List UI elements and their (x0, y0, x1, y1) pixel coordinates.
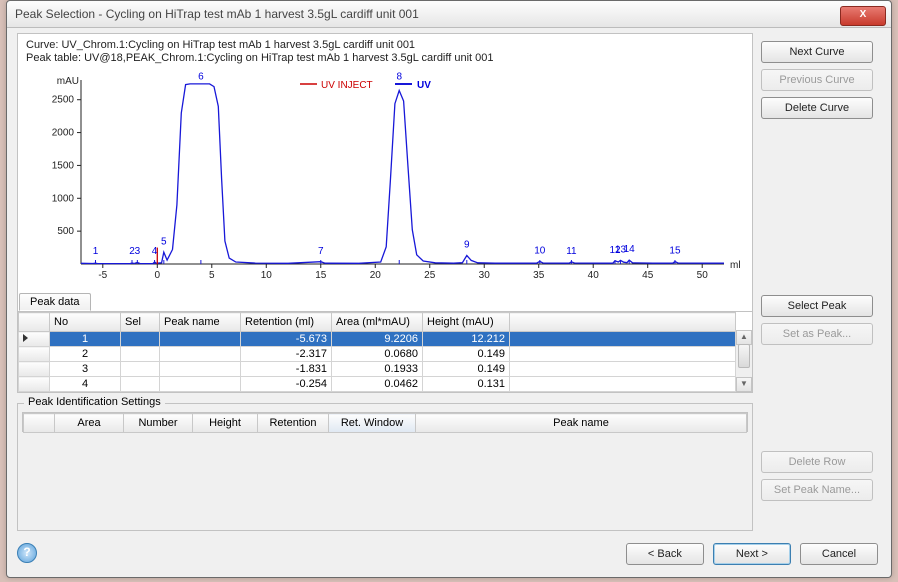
svg-text:ml: ml (730, 260, 741, 271)
table-row[interactable]: 1-5.6739.220612.212 (19, 332, 736, 347)
svg-text:5: 5 (161, 236, 167, 247)
ident-legend: Peak Identification Settings (24, 396, 165, 408)
ident-col-area[interactable]: Area (55, 414, 124, 433)
wizard-bottom-bar: ? < Back Next > Cancel (17, 537, 881, 567)
ident-table[interactable]: Area Number Height Retention Ret. Window… (22, 412, 748, 432)
ident-col-retention[interactable]: Retention (258, 414, 329, 433)
curve-info-line: Curve: UV_Chrom.1:Cycling on HiTrap test… (26, 39, 744, 52)
svg-text:1500: 1500 (52, 160, 75, 171)
svg-text:UV INJECT: UV INJECT (321, 80, 373, 91)
chromatogram-chart[interactable]: -505101520253035404550500100015002000250… (26, 72, 744, 290)
table-row[interactable]: 4-0.2540.04620.131 (19, 377, 736, 392)
svg-text:1000: 1000 (52, 193, 75, 204)
svg-text:14: 14 (624, 244, 636, 255)
col-peak-name[interactable]: Peak name (160, 313, 241, 332)
svg-text:5: 5 (209, 270, 215, 281)
svg-text:mAU: mAU (57, 76, 79, 87)
svg-text:0: 0 (155, 270, 161, 281)
svg-text:UV: UV (417, 80, 431, 91)
svg-text:7: 7 (318, 246, 324, 257)
col-height[interactable]: Height (mAU) (423, 313, 510, 332)
svg-text:2000: 2000 (52, 128, 75, 139)
peak-identification-settings: Peak Identification Settings Area Number… (17, 403, 753, 531)
col-no[interactable]: No (50, 313, 121, 332)
col-area[interactable]: Area (ml*mAU) (332, 313, 423, 332)
svg-text:40: 40 (588, 270, 600, 281)
svg-text:15: 15 (669, 246, 681, 257)
col-retention[interactable]: Retention (ml) (241, 313, 332, 332)
title-bar: Peak Selection - Cycling on HiTrap test … (7, 1, 891, 28)
svg-text:45: 45 (642, 270, 654, 281)
svg-text:10: 10 (261, 270, 273, 281)
ident-buttons-group: Delete Row Set Peak Name... (761, 451, 875, 507)
tab-peak-data[interactable]: Peak data (19, 293, 91, 311)
table-vertical-scrollbar[interactable]: ▲ ▼ (735, 330, 752, 392)
svg-text:15: 15 (315, 270, 327, 281)
window-title: Peak Selection - Cycling on HiTrap test … (15, 7, 840, 21)
ident-col-ret-window[interactable]: Ret. Window (329, 414, 416, 433)
set-as-peak-button: Set as Peak... (761, 323, 873, 345)
previous-curve-button: Previous Curve (761, 69, 873, 91)
next-button[interactable]: Next > (713, 543, 791, 565)
col-sel[interactable]: Sel (121, 313, 160, 332)
svg-text:25: 25 (424, 270, 436, 281)
svg-text:1: 1 (93, 246, 99, 257)
back-button[interactable]: < Back (626, 543, 704, 565)
cancel-button[interactable]: Cancel (800, 543, 878, 565)
help-icon[interactable]: ? (17, 543, 37, 563)
delete-row-button: Delete Row (761, 451, 873, 473)
svg-text:9: 9 (464, 240, 470, 251)
select-peak-button[interactable]: Select Peak (761, 295, 873, 317)
ident-col-peak-name[interactable]: Peak name (416, 414, 747, 433)
svg-text:2500: 2500 (52, 95, 75, 106)
scroll-thumb[interactable] (738, 344, 750, 368)
set-peak-name-button: Set Peak Name... (761, 479, 873, 501)
peak-buttons-group: Select Peak Set as Peak... (761, 295, 875, 351)
table-row[interactable]: 2-2.3170.06800.149 (19, 347, 736, 362)
next-curve-button[interactable]: Next Curve (761, 41, 873, 63)
svg-text:6: 6 (198, 72, 204, 82)
scroll-down-icon[interactable]: ▼ (736, 377, 752, 392)
svg-text:11: 11 (566, 246, 577, 257)
peak-table-info-line: Peak table: UV@18,PEAK_Chrom.1:Cycling o… (26, 52, 744, 65)
ident-col-number[interactable]: Number (124, 414, 193, 433)
svg-text:20: 20 (370, 270, 382, 281)
svg-text:50: 50 (697, 270, 709, 281)
table-row[interactable]: 3-1.8310.19330.149 (19, 362, 736, 377)
svg-text:35: 35 (533, 270, 545, 281)
close-button[interactable]: X (840, 6, 886, 26)
svg-text:500: 500 (57, 226, 74, 237)
delete-curve-button[interactable]: Delete Curve (761, 97, 873, 119)
svg-text:4: 4 (152, 246, 158, 257)
peak-data-tabstrip: Peak data (17, 291, 751, 311)
ident-col-height[interactable]: Height (193, 414, 258, 433)
svg-text:8: 8 (396, 72, 402, 82)
svg-text:30: 30 (479, 270, 491, 281)
peak-data-table[interactable]: No Sel Peak name Retention (ml) Area (ml… (17, 311, 753, 393)
svg-text:10: 10 (534, 245, 546, 256)
svg-text:3: 3 (135, 246, 141, 257)
svg-text:-5: -5 (98, 270, 107, 281)
curve-buttons-group: Next Curve Previous Curve Delete Curve (761, 41, 875, 125)
scroll-up-icon[interactable]: ▲ (736, 330, 752, 345)
